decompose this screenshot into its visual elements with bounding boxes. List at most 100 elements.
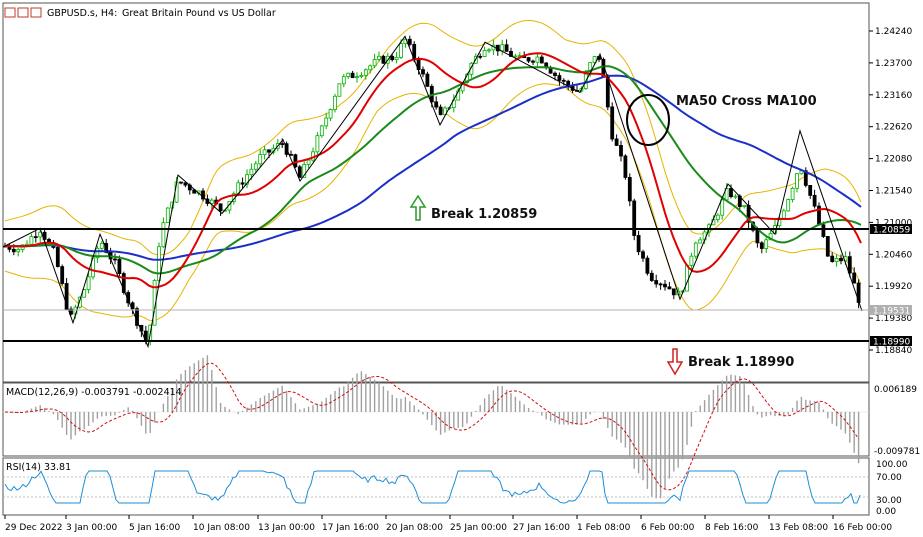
candle-body	[667, 286, 672, 290]
candle-body	[60, 266, 65, 284]
candle-body	[561, 79, 566, 82]
candle-body	[641, 251, 645, 259]
candle-body	[113, 258, 117, 261]
candle-body	[29, 236, 34, 245]
candle-body	[253, 163, 258, 170]
rsi-level-0: 0.00	[876, 507, 896, 517]
candle-body	[733, 195, 738, 198]
candle-body	[99, 243, 104, 249]
candle-body	[372, 59, 377, 67]
rsi-level-70: 70.00	[876, 473, 902, 483]
candle-body	[262, 149, 267, 155]
window-icon-1[interactable]	[4, 7, 16, 18]
break-down-label: Break 1.18990	[688, 355, 794, 370]
candle-body	[324, 117, 329, 127]
candle-body	[654, 280, 659, 285]
time-tick-label: 6 Feb 00:00	[641, 523, 695, 533]
candle-body	[504, 44, 509, 52]
rsi-panel[interactable]	[2, 457, 870, 516]
price-badge-label: 1.20859	[873, 226, 910, 236]
time-tick-label: 27 Jan 16:00	[513, 523, 570, 533]
candle-body	[645, 257, 650, 274]
candle-body	[377, 55, 381, 60]
macd-label: MACD(12,26,9) -0.003791 -0.002414	[6, 387, 182, 398]
candle-body	[627, 177, 632, 202]
ma-cross-label: MA50 Cross MA100	[676, 94, 817, 109]
candle-body	[333, 95, 337, 110]
macd-axis-top: 0.006189	[874, 385, 917, 395]
price-axis[interactable]: 1.24240 1.23700 1.23160 1.22620 1.22080 1.215…	[869, 27, 912, 356]
candle-body	[249, 168, 254, 176]
candle-body	[812, 194, 817, 207]
time-tick-label: 5 Jan 16:00	[129, 523, 181, 533]
chart-type-icon[interactable]	[30, 7, 42, 18]
time-tick-label: 13 Jan 00:00	[258, 523, 315, 533]
candle-body	[86, 276, 91, 290]
time-tick-label: 10 Jan 08:00	[193, 523, 250, 533]
candle-body	[117, 258, 122, 274]
price-tick-label: 1.22620	[875, 123, 912, 133]
time-tick-label: 1 Feb 08:00	[577, 523, 631, 533]
time-tick-label: 20 Jan 08:00	[386, 523, 443, 533]
price-tick-label: 1.23700	[875, 59, 912, 69]
candle-body	[786, 199, 791, 212]
candle-body	[742, 204, 747, 208]
candle-body	[161, 222, 166, 248]
candle-body	[179, 181, 183, 184]
candle-body	[685, 264, 689, 292]
candle-body	[500, 44, 505, 52]
candle-body	[658, 283, 663, 286]
candle-body	[830, 255, 835, 262]
candle-body	[839, 258, 843, 262]
candle-body	[781, 210, 786, 219]
candle-body	[289, 153, 293, 156]
candle-body	[764, 239, 769, 249]
candle-body	[636, 235, 641, 253]
candle-body	[341, 76, 346, 85]
candle-body	[209, 199, 214, 204]
candle-body	[610, 106, 615, 140]
candle-body	[350, 72, 355, 79]
candle-body	[847, 256, 852, 274]
price-tick-label: 1.18840	[875, 346, 912, 356]
candle-body	[368, 65, 373, 71]
candle-body	[390, 55, 395, 61]
candle-body	[482, 50, 487, 57]
price-badge: 1.19531	[870, 305, 912, 317]
price-tick-label: 1.21540	[875, 187, 912, 197]
candle-body	[755, 229, 760, 244]
candle-body	[346, 72, 351, 78]
candle-body	[306, 159, 311, 165]
time-axis[interactable]: 29 Dec 2022 3 Jan 00:00 5 Jan 16:00 10 Jan …	[4, 515, 892, 533]
price-badge-label: 1.18990	[873, 338, 910, 348]
candle-body	[399, 43, 403, 58]
candle-body	[258, 154, 263, 165]
candle-body	[280, 143, 285, 146]
main-price-panel[interactable]	[2, 2, 870, 383]
candle-body	[614, 138, 619, 146]
candle-body	[267, 149, 271, 153]
candle-body	[297, 166, 302, 178]
price-badge-label: 1.19531	[873, 307, 910, 317]
candle-body	[553, 72, 557, 76]
trading-chart[interactable]: GBPUSD.s, H4: Great Britain Pound vs US …	[0, 0, 923, 537]
candle-body	[434, 101, 439, 108]
candle-body	[337, 83, 342, 97]
candle-body	[240, 182, 245, 185]
candle-body	[821, 224, 826, 237]
candle-body	[649, 272, 654, 281]
candle-body	[16, 249, 21, 253]
candle-body	[825, 236, 830, 257]
break-up-label: Break 1.20859	[431, 207, 537, 222]
candle-body	[55, 247, 60, 267]
candle-body	[33, 236, 38, 239]
candle-body	[394, 56, 399, 61]
window-icon-2[interactable]	[17, 7, 29, 18]
time-tick-label: 16 Feb 00:00	[833, 523, 892, 533]
candle-body	[663, 283, 667, 288]
candle-body	[808, 185, 813, 196]
candle-body	[11, 248, 16, 253]
candle-body	[539, 56, 544, 64]
time-tick-label: 29 Dec 2022	[5, 523, 63, 533]
candle-body	[165, 207, 170, 224]
